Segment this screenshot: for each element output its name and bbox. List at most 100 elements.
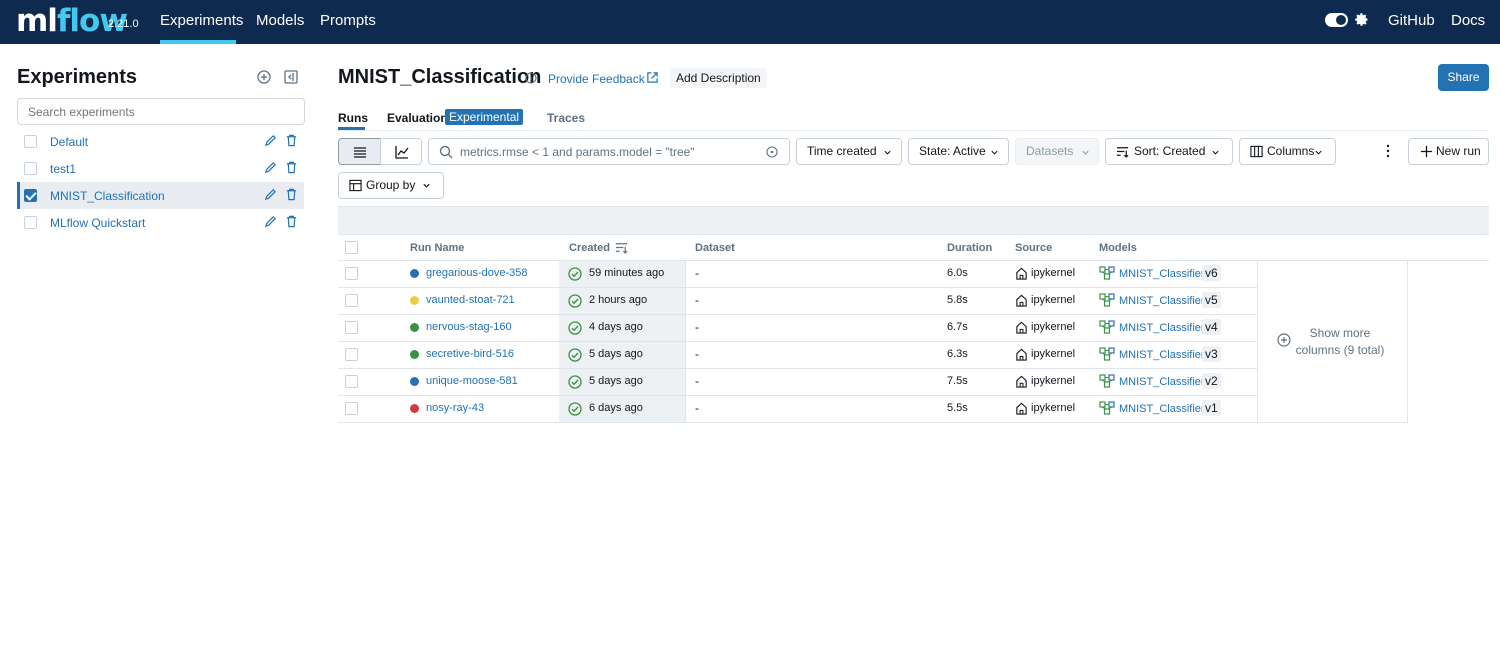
source-cell[interactable]: ipykernel_launcher: [1031, 294, 1075, 306]
trash-icon[interactable]: [285, 161, 298, 174]
run-name-link[interactable]: nosy-ray-43: [426, 402, 484, 414]
add-description-button[interactable]: Add Description: [670, 68, 767, 88]
share-button[interactable]: Share: [1438, 64, 1489, 91]
dark-mode-toggle[interactable]: [1325, 13, 1348, 27]
experiment-item-mnist[interactable]: MNIST_Classification: [17, 182, 304, 209]
run-color-dot[interactable]: [410, 269, 419, 278]
tab-traces[interactable]: Traces: [547, 111, 585, 125]
run-color-dot[interactable]: [410, 377, 419, 386]
run-name-link[interactable]: gregarious-dove-358: [426, 267, 528, 279]
model-version-tag[interactable]: v1: [1202, 400, 1221, 416]
search-experiments-input[interactable]: [17, 98, 305, 125]
pencil-icon[interactable]: [264, 215, 277, 228]
table-row[interactable]: gregarious-dove-358 59 minutes ago - 6.0s ip…: [338, 261, 1258, 288]
table-view-button[interactable]: [338, 138, 381, 165]
source-cell[interactable]: ipykernel_launcher: [1031, 375, 1075, 387]
run-name-link[interactable]: nervous-stag-160: [426, 321, 512, 333]
experiment-checkbox[interactable]: [24, 135, 37, 148]
table-row[interactable]: nervous-stag-160 4 days ago - 6.7s ipykernel…: [338, 315, 1258, 342]
tab-runs[interactable]: Runs: [338, 111, 368, 125]
pencil-icon[interactable]: [264, 161, 277, 174]
columns-dropdown[interactable]: Columns: [1239, 138, 1336, 165]
provide-feedback-link[interactable]: Provide Feedback: [548, 72, 645, 86]
experiment-checkbox[interactable]: [24, 216, 37, 229]
datasets-dropdown[interactable]: Datasets: [1015, 138, 1099, 165]
nav-models[interactable]: Models: [256, 12, 304, 29]
time-created-dropdown[interactable]: Time created: [796, 138, 902, 165]
experiment-item-default[interactable]: Default: [17, 128, 304, 155]
header-models[interactable]: Models: [1099, 242, 1137, 254]
chart-view-button[interactable]: [380, 138, 422, 165]
pencil-icon[interactable]: [264, 134, 277, 147]
table-row[interactable]: unique-moose-581 5 days ago - 7.5s ipykernel…: [338, 369, 1258, 396]
table-row[interactable]: nosy-ray-43 6 days ago - 5.5s ipykernel_laun…: [338, 396, 1258, 423]
experiment-label[interactable]: test1: [50, 162, 76, 176]
show-more-columns-button[interactable]: Show more columns (9 total): [1257, 261, 1408, 423]
experiment-label[interactable]: Default: [50, 135, 88, 149]
clear-filter-icon[interactable]: [766, 146, 778, 158]
state-dropdown[interactable]: State: Active: [908, 138, 1009, 165]
model-version-tag[interactable]: v2: [1202, 373, 1221, 389]
more-options-icon[interactable]: [1381, 144, 1395, 158]
run-name-link[interactable]: unique-moose-581: [426, 375, 518, 387]
run-filter-input[interactable]: metrics.rmse < 1 and params.model = "tre…: [428, 138, 790, 165]
run-color-dot[interactable]: [410, 404, 419, 413]
model-link[interactable]: MNIST_Classifier: [1119, 403, 1205, 415]
header-dataset[interactable]: Dataset: [695, 242, 735, 254]
nav-experiments[interactable]: Experiments: [160, 12, 243, 29]
row-checkbox[interactable]: [345, 348, 358, 361]
nav-prompts[interactable]: Prompts: [320, 12, 376, 29]
experiment-item-quickstart[interactable]: MLflow Quickstart: [17, 209, 304, 236]
run-color-dot[interactable]: [410, 296, 419, 305]
experiment-checkbox[interactable]: [24, 162, 37, 175]
trash-icon[interactable]: [285, 134, 298, 147]
external-link-icon[interactable]: [646, 71, 659, 84]
model-version-tag[interactable]: v6: [1202, 265, 1221, 281]
sort-desc-icon[interactable]: [615, 241, 628, 254]
row-checkbox[interactable]: [345, 375, 358, 388]
experiment-label[interactable]: MNIST_Classification: [50, 189, 165, 203]
info-icon[interactable]: [525, 72, 537, 84]
run-name-link[interactable]: secretive-bird-516: [426, 348, 514, 360]
model-link[interactable]: MNIST_Classifier: [1119, 376, 1205, 388]
run-name-link[interactable]: vaunted-stoat-721: [426, 294, 515, 306]
header-source[interactable]: Source: [1015, 242, 1052, 254]
row-checkbox[interactable]: [345, 402, 358, 415]
model-version-tag[interactable]: v5: [1202, 292, 1221, 308]
group-by-dropdown[interactable]: Group by: [338, 172, 444, 199]
row-checkbox[interactable]: [345, 267, 358, 280]
trash-icon[interactable]: [285, 215, 298, 228]
source-cell[interactable]: ipykernel_launcher: [1031, 402, 1075, 414]
select-all-checkbox[interactable]: [345, 241, 358, 254]
new-run-button[interactable]: New run: [1408, 138, 1489, 165]
run-color-dot[interactable]: [410, 350, 419, 359]
row-checkbox[interactable]: [345, 294, 358, 307]
experiment-label[interactable]: MLflow Quickstart: [50, 216, 145, 230]
tab-evaluation[interactable]: Evaluation: [387, 111, 448, 125]
model-version-tag[interactable]: v3: [1202, 346, 1221, 362]
model-link[interactable]: MNIST_Classifier: [1119, 295, 1205, 307]
table-row[interactable]: secretive-bird-516 5 days ago - 6.3s ipykern…: [338, 342, 1258, 369]
collapse-sidebar-icon[interactable]: [284, 70, 298, 84]
run-color-dot[interactable]: [410, 323, 419, 332]
table-row[interactable]: vaunted-stoat-721 2 hours ago - 5.8s ipykern…: [338, 288, 1258, 315]
row-checkbox[interactable]: [345, 321, 358, 334]
model-link[interactable]: MNIST_Classifier: [1119, 268, 1205, 280]
gear-icon[interactable]: [1354, 12, 1369, 27]
nav-github[interactable]: GitHub: [1388, 12, 1435, 29]
source-cell[interactable]: ipykernel_launcher: [1031, 348, 1075, 360]
model-link[interactable]: MNIST_Classifier: [1119, 322, 1205, 334]
source-cell[interactable]: ipykernel_launcher: [1031, 267, 1075, 279]
model-link[interactable]: MNIST_Classifier: [1119, 349, 1205, 361]
header-created[interactable]: Created: [569, 242, 610, 254]
pencil-icon[interactable]: [264, 188, 277, 201]
source-cell[interactable]: ipykernel_launcher: [1031, 321, 1075, 333]
experiment-checkbox[interactable]: [24, 189, 37, 202]
header-run-name[interactable]: Run Name: [410, 242, 464, 254]
nav-docs[interactable]: Docs: [1451, 12, 1485, 29]
header-duration[interactable]: Duration: [947, 242, 992, 254]
sort-dropdown[interactable]: Sort: Created: [1105, 138, 1233, 165]
trash-icon[interactable]: [285, 188, 298, 201]
experiment-item-test1[interactable]: test1: [17, 155, 304, 182]
model-version-tag[interactable]: v4: [1202, 319, 1221, 335]
